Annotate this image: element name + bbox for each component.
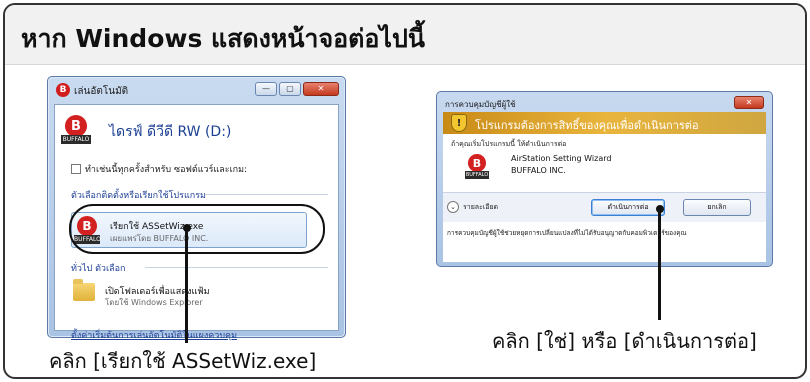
drive-title: ไดรฟ์ ดีวีดี RW (D:) [109, 124, 232, 140]
highlight-oval [69, 204, 325, 254]
buffalo-b-icon: B [468, 154, 486, 172]
chevron-down-icon[interactable]: ⌄ [447, 201, 459, 213]
buffalo-b-icon: B [65, 115, 87, 137]
folder-icon [73, 279, 95, 301]
minimize-button[interactable]: — [255, 82, 277, 96]
buffalo-drive-icon: B BUFFALO [61, 115, 99, 145]
install-section-header: ตัวเลือกติดตั้งหรือเรียกใช้โปรแกรม [71, 191, 206, 201]
buffalo-caption: BUFFALO [61, 135, 91, 144]
always-do-checkbox[interactable] [71, 164, 81, 174]
pointer-line-left [185, 229, 188, 343]
uac-controls: ⌄ รายละเอียด ดำเนินการต่อ ยกเลิก [443, 192, 766, 222]
details-label: รายละเอียด [463, 202, 499, 211]
general-section-divider [145, 267, 328, 268]
always-do-label: ทำเช่นนี้ทุกครั้งสำหรับ ซอฟต์แวร์และเกม: [85, 165, 248, 175]
general-section-header: ทั่วไป ตัวเลือก [71, 264, 126, 274]
uac-body: ถ้าคุณเริ่มโปรแกรมนี้ ให้ดำเนินการต่อ B … [443, 134, 766, 192]
uac-publisher: BUFFALO INC. [511, 166, 566, 175]
heading-bar: หาก Windows แสดงหน้าจอต่อไปนี้ [5, 5, 805, 65]
uac-banner-text: โปรแกรมต้องการสิทธิ์ของคุณเพื่อดำเนินการ… [475, 119, 699, 132]
details-toggle[interactable]: ⌄ รายละเอียด [447, 201, 498, 213]
uac-program-name: AirStation Setting Wizard [511, 154, 612, 163]
control-panel-link[interactable]: ตั้งค่าเริ่มต้นการเล่นอัตโนมัติในแผงควบค… [71, 328, 237, 342]
heading-title: หาก Windows แสดงหน้าจอต่อไปนี้ [21, 24, 425, 53]
maximize-button[interactable]: ▢ [279, 82, 301, 96]
uac-footer: การควบคุมบัญชีผู้ใช้ช่วยหยุดการเปลี่ยนแป… [443, 222, 766, 262]
autoplay-window: B เล่นอัตโนมัติ — ▢ ✕ B BUFFALO ไดรฟ์ ดี… [47, 76, 346, 341]
uac-close-button[interactable]: ✕ [734, 96, 764, 109]
uac-footer-text: การควบคุมบัญชีผู้ใช้ช่วยหยุดการเปลี่ยนแป… [447, 229, 687, 237]
callout-left: คลิก [เรียกใช้ ASSetWiz.exe] [49, 349, 317, 373]
always-do-checkbox-row[interactable]: ทำเช่นนี้ทุกครั้งสำหรับ ซอฟต์แวร์และเกม: [71, 162, 247, 176]
uac-banner: ! โปรแกรมต้องการสิทธิ์ของคุณเพื่อดำเนินก… [443, 112, 766, 134]
install-section-divider [205, 194, 328, 195]
instruction-frame: หาก Windows แสดงหน้าจอต่อไปนี้ B เล่นอัต… [3, 3, 807, 379]
uac-title: การควบคุมบัญชีผู้ใช้ [445, 100, 516, 109]
buffalo-caption: BUFFALO [465, 171, 489, 179]
close-button[interactable]: ✕ [303, 82, 339, 96]
autoplay-app-icon: B [56, 83, 70, 97]
autoplay-titlebar: B เล่นอัตโนมัติ — ▢ ✕ [48, 77, 345, 104]
cancel-button[interactable]: ยกเลิก [683, 199, 751, 216]
autoplay-body: B BUFFALO ไดรฟ์ ดีวีดี RW (D:) ทำเช่นนี้… [54, 104, 339, 341]
shield-icon: ! [451, 114, 467, 132]
autoplay-title: เล่นอัตโนมัติ [74, 86, 129, 97]
continue-button[interactable]: ดำเนินการต่อ [591, 199, 665, 216]
callout-right: คลิก [ใช่] หรือ [ดำเนินการต่อ] [492, 329, 757, 353]
uac-question: ถ้าคุณเริ่มโปรแกรมนี้ ให้ดำเนินการต่อ [451, 140, 567, 148]
uac-window: การควบคุมบัญชีผู้ใช้ ✕ ! โปรแกรมต้องการส… [436, 91, 773, 267]
pointer-line-right [658, 210, 661, 320]
buffalo-program-icon: B BUFFALO [465, 154, 495, 184]
window-controls: — ▢ ✕ [255, 82, 339, 96]
